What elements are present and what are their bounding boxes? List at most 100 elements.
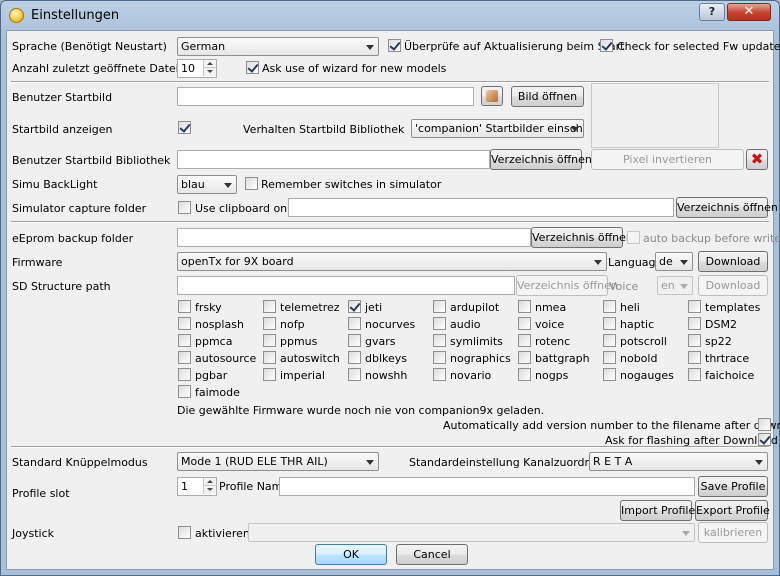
capture-dir-button[interactable]: Verzeichnis öffnen (676, 197, 778, 218)
spin-down-icon[interactable] (203, 68, 216, 76)
clear-icon[interactable]: ✖ (746, 149, 768, 170)
flash-after-checkbox[interactable] (758, 433, 771, 446)
show-splash-label: Startbild anzeigen (12, 123, 113, 136)
option-nocurves-checkbox[interactable] (348, 317, 361, 330)
update-check-checkbox[interactable] (388, 39, 401, 52)
stick-mode-select[interactable]: Mode 1 (RUD ELE THR AIL) (177, 452, 379, 471)
chevron-down-icon (594, 260, 602, 265)
fw-updates-checkbox[interactable] (600, 39, 613, 52)
option-rotenc-checkbox[interactable] (518, 334, 531, 347)
option-gvars-checkbox[interactable] (348, 334, 361, 347)
backlight-select[interactable]: blau (177, 175, 237, 194)
splash-library-input[interactable] (177, 150, 490, 169)
ok-button[interactable]: OK (315, 544, 387, 565)
voice-select[interactable]: en (657, 276, 693, 295)
option-nobold-checkbox[interactable] (603, 351, 616, 364)
title-bar[interactable]: Einstellungen ? ✕ (1, 1, 779, 29)
cancel-button[interactable]: Cancel (396, 544, 468, 565)
option-autoswitch-checkbox[interactable] (263, 351, 276, 364)
option-label: haptic (620, 318, 655, 331)
option-nogps-checkbox[interactable] (518, 368, 531, 381)
option-ppmus-checkbox[interactable] (263, 334, 276, 347)
option-jeti-checkbox[interactable] (348, 300, 361, 313)
voice-download-button[interactable]: Download (698, 275, 768, 296)
show-splash-checkbox[interactable] (178, 121, 191, 134)
fw-download-button[interactable]: Download (698, 251, 768, 272)
auto-backup-checkbox[interactable] (627, 231, 640, 244)
auto-version-checkbox[interactable] (758, 418, 771, 431)
calibrate-button[interactable]: kalibrieren (698, 522, 768, 543)
option-pgbar-checkbox[interactable] (178, 368, 191, 381)
option-label: nocurves (365, 318, 416, 331)
channel-order-select[interactable]: R E T A (589, 452, 768, 471)
fw-language-select[interactable]: de (655, 252, 693, 271)
option-ardupilot-checkbox[interactable] (433, 300, 446, 313)
language-select[interactable]: German (177, 37, 379, 56)
option-frsky-checkbox[interactable] (178, 300, 191, 313)
option-haptic-checkbox[interactable] (603, 317, 616, 330)
option-faichoice-checkbox[interactable] (688, 368, 701, 381)
option-heli-checkbox[interactable] (603, 300, 616, 313)
open-image-button[interactable]: Bild öffnen (511, 86, 584, 107)
spin-up-icon[interactable] (203, 60, 216, 68)
option-label: imperial (280, 369, 325, 382)
option-novario-checkbox[interactable] (433, 368, 446, 381)
chevron-down-icon (680, 284, 688, 289)
backup-folder-input[interactable] (177, 228, 531, 247)
option-imperial-checkbox[interactable] (263, 368, 276, 381)
option-nmea-checkbox[interactable] (518, 300, 531, 313)
joystick-checkbox[interactable] (178, 526, 191, 539)
option-potscroll-checkbox[interactable] (603, 334, 616, 347)
option-sp22-checkbox[interactable] (688, 334, 701, 347)
splash-path-input[interactable] (177, 87, 474, 106)
option-telemetrez-checkbox[interactable] (263, 300, 276, 313)
profile-slot-spinbox[interactable]: 1 (177, 477, 217, 496)
joystick-select[interactable] (248, 523, 695, 542)
option-DSM2-checkbox[interactable] (688, 317, 701, 330)
option-label: battgraph (535, 352, 590, 365)
option-audio-checkbox[interactable] (433, 317, 446, 330)
option-ppmca-checkbox[interactable] (178, 334, 191, 347)
option-symlimits-checkbox[interactable] (433, 334, 446, 347)
sd-dir-button[interactable]: Verzeichnis öffnen (516, 275, 618, 296)
spin-down-icon[interactable] (203, 486, 216, 494)
profile-name-input[interactable] (279, 477, 695, 496)
remember-switches-checkbox[interactable] (245, 177, 258, 190)
wizard-checkbox[interactable] (246, 61, 259, 74)
option-label: faimode (195, 386, 240, 399)
firmware-select[interactable]: openTx for 9X board (177, 252, 607, 271)
invert-pixels-button[interactable]: Pixel invertieren (591, 149, 744, 170)
window-title: Einstellungen (31, 8, 120, 23)
option-nofp-checkbox[interactable] (263, 317, 276, 330)
option-autosource-checkbox[interactable] (178, 351, 191, 364)
option-nogauges-checkbox[interactable] (603, 368, 616, 381)
library-behavior-select[interactable]: 'companion' Startbilder einschliessen (411, 119, 584, 138)
option-label: templates (705, 301, 761, 314)
close-button[interactable]: ✕ (727, 3, 771, 21)
option-templates-checkbox[interactable] (688, 300, 701, 313)
clipboard-only-checkbox[interactable] (178, 201, 191, 214)
backup-dir-button[interactable]: Verzeichnis öffnen (531, 227, 633, 248)
option-voice-checkbox[interactable] (518, 317, 531, 330)
save-profile-button[interactable]: Save Profile (698, 476, 768, 497)
option-battgraph-checkbox[interactable] (518, 351, 531, 364)
spin-up-icon[interactable] (203, 478, 216, 486)
option-label: jeti (365, 301, 383, 314)
option-dblkeys-checkbox[interactable] (348, 351, 361, 364)
chevron-down-icon (682, 531, 690, 536)
splash-library-dir-button[interactable]: Verzeichnis öffnen (490, 149, 592, 170)
option-label: ppmca (195, 335, 233, 348)
splash-browse-button[interactable] (481, 86, 503, 106)
option-label: audio (450, 318, 481, 331)
option-nosplash-checkbox[interactable] (178, 317, 191, 330)
option-nowshh-checkbox[interactable] (348, 368, 361, 381)
help-button[interactable]: ? (699, 3, 725, 21)
option-nographics-checkbox[interactable] (433, 351, 446, 364)
export-profile-button[interactable]: Export Profile (695, 500, 770, 521)
option-faimode-checkbox[interactable] (178, 385, 191, 398)
sd-path-input[interactable] (177, 276, 515, 295)
option-thrtrace-checkbox[interactable] (688, 351, 701, 364)
import-profile-button[interactable]: Import Profile (620, 500, 695, 521)
capture-folder-input[interactable] (288, 198, 674, 217)
recent-files-spinbox[interactable]: 10 (177, 59, 217, 78)
